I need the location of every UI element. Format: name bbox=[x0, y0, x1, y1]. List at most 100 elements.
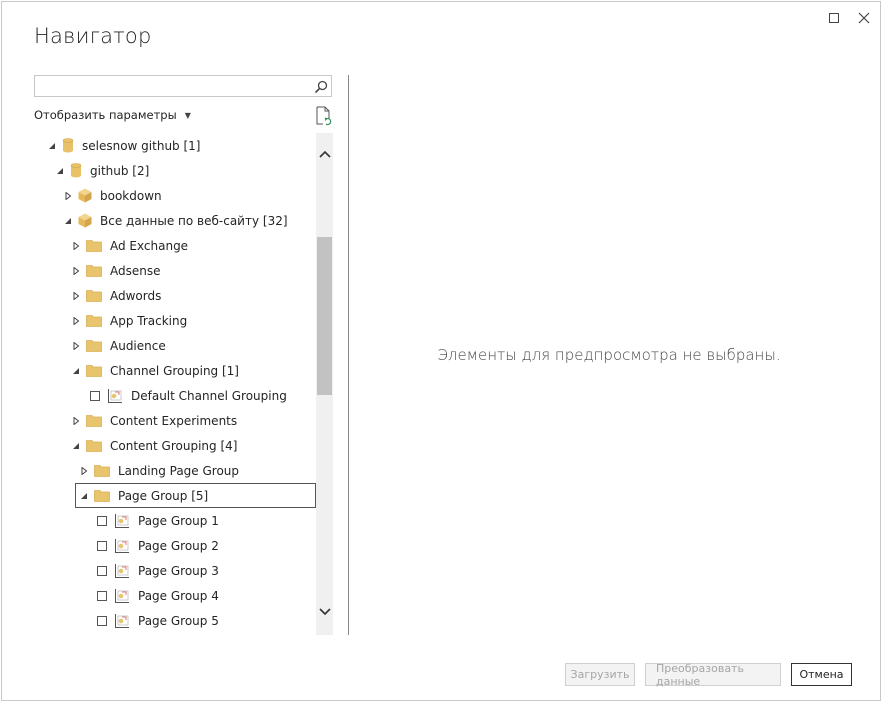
item-checkbox[interactable] bbox=[97, 615, 107, 626]
item-checkbox[interactable] bbox=[90, 390, 100, 401]
tree-item-label: bookdown bbox=[100, 188, 162, 203]
folder-icon bbox=[86, 364, 102, 377]
navigator-dialog: Навигатор Отобразить параметры ▼ selesno… bbox=[1, 1, 881, 701]
tree-leaf-item[interactable]: Page Group 4 bbox=[97, 583, 219, 608]
item-checkbox[interactable] bbox=[97, 540, 107, 551]
expand-triangle-icon[interactable] bbox=[71, 291, 81, 301]
tree-node[interactable]: bookdown bbox=[63, 183, 162, 208]
tree-leaf-item[interactable]: Page Group 1 bbox=[97, 508, 219, 533]
folder-icon bbox=[86, 264, 102, 277]
cube-icon bbox=[78, 213, 92, 228]
folder-icon bbox=[94, 489, 110, 502]
close-icon bbox=[858, 12, 870, 24]
folder-icon bbox=[86, 339, 102, 352]
chevron-down-icon: ▼ bbox=[184, 110, 191, 120]
dialog-title: Навигатор bbox=[34, 24, 152, 48]
tree-leaf-item[interactable]: Page Group 3 bbox=[97, 558, 219, 583]
database-icon bbox=[70, 163, 82, 178]
tree-item-label: Page Group [5] bbox=[118, 488, 209, 503]
display-options-label: Отобразить параметры bbox=[34, 108, 177, 122]
tree-item-label: github [2] bbox=[90, 163, 150, 178]
search-box[interactable] bbox=[34, 75, 332, 97]
preview-empty-message: Элементы для предпросмотра не выбраны. bbox=[437, 346, 781, 364]
close-button[interactable] bbox=[854, 8, 874, 28]
chart-icon bbox=[114, 563, 130, 579]
tree-node[interactable]: Channel Grouping [1] bbox=[71, 358, 239, 383]
tree-scrollbar[interactable] bbox=[316, 133, 333, 635]
tree-item-label: App Tracking bbox=[110, 313, 188, 328]
collapse-triangle-icon[interactable] bbox=[63, 216, 73, 226]
item-checkbox[interactable] bbox=[97, 515, 107, 526]
scroll-thumb[interactable] bbox=[317, 237, 332, 395]
display-options-dropdown[interactable]: Отобразить параметры ▼ bbox=[34, 108, 191, 122]
navigator-tree: selesnow github [1] github [2] bookdown Все… bbox=[34, 133, 316, 635]
collapse-triangle-icon[interactable] bbox=[47, 141, 57, 151]
tree-node[interactable]: Все данные по веб-сайту [32] bbox=[63, 208, 288, 233]
tree-leaf-item[interactable]: Page Group 5 bbox=[97, 608, 219, 633]
expand-triangle-icon[interactable] bbox=[71, 241, 81, 251]
tree-node[interactable]: Landing Page Group bbox=[79, 458, 239, 483]
tree-item-label: Content Experiments bbox=[110, 413, 238, 428]
tree-leaf-item[interactable]: Page Group 2 bbox=[97, 533, 219, 558]
search-icon[interactable] bbox=[314, 79, 328, 98]
tree-node[interactable]: Adwords bbox=[71, 283, 161, 308]
expand-triangle-icon[interactable] bbox=[63, 191, 73, 201]
collapse-triangle-icon[interactable] bbox=[79, 491, 89, 501]
scroll-down-button[interactable] bbox=[316, 603, 333, 620]
folder-icon bbox=[86, 289, 102, 302]
tree-node[interactable]: Audience bbox=[71, 333, 166, 358]
tree-item-label: Page Group 2 bbox=[138, 538, 219, 553]
refresh-document-icon bbox=[316, 106, 332, 126]
tree-item-label: Default Channel Grouping bbox=[131, 388, 287, 403]
tree-node[interactable]: Content Grouping [4] bbox=[71, 433, 237, 458]
chart-icon bbox=[107, 388, 123, 404]
tree-item-label: Adwords bbox=[110, 288, 162, 303]
expand-triangle-icon[interactable] bbox=[71, 341, 81, 351]
collapse-triangle-icon[interactable] bbox=[71, 441, 81, 451]
collapse-triangle-icon[interactable] bbox=[71, 366, 81, 376]
folder-icon bbox=[86, 314, 102, 327]
item-checkbox[interactable] bbox=[97, 590, 107, 601]
item-checkbox[interactable] bbox=[97, 565, 107, 576]
tree-node[interactable]: Content Experiments bbox=[71, 408, 237, 433]
expand-triangle-icon[interactable] bbox=[71, 416, 81, 426]
tree-item-label: Все данные по веб-сайту [32] bbox=[100, 213, 288, 228]
transform-data-button[interactable]: Преобразовать данные bbox=[645, 662, 781, 688]
cube-icon bbox=[78, 188, 92, 203]
chart-icon bbox=[114, 513, 130, 529]
tree-item-label: Page Group 1 bbox=[138, 513, 219, 528]
chart-icon bbox=[114, 538, 130, 554]
expand-triangle-icon[interactable] bbox=[79, 466, 89, 476]
refresh-button[interactable] bbox=[315, 106, 333, 126]
expand-triangle-icon[interactable] bbox=[71, 266, 81, 276]
load-button[interactable]: Загрузить bbox=[565, 663, 635, 686]
tree-leaf-item[interactable]: Default Channel Grouping bbox=[90, 383, 287, 408]
expand-triangle-icon[interactable] bbox=[71, 316, 81, 326]
tree-node[interactable]: Ad Exchange bbox=[71, 233, 188, 258]
search-input[interactable] bbox=[39, 77, 313, 97]
collapse-triangle-icon[interactable] bbox=[55, 166, 65, 176]
tree-item-label: Landing Page Group bbox=[118, 463, 240, 478]
tree-node[interactable]: App Tracking bbox=[71, 308, 187, 333]
cancel-button[interactable]: Отмена bbox=[791, 663, 852, 686]
tree-item-label: Adsense bbox=[110, 263, 161, 278]
tree-item-label: Page Group 4 bbox=[138, 588, 219, 603]
scroll-up-button[interactable] bbox=[316, 145, 333, 162]
tree-node[interactable]: selesnow github [1] bbox=[47, 133, 200, 158]
folder-icon bbox=[86, 439, 102, 452]
tree-item-label: Page Group 3 bbox=[138, 563, 219, 578]
maximize-button[interactable] bbox=[824, 8, 844, 28]
database-icon bbox=[62, 138, 74, 153]
tree-item-label: Ad Exchange bbox=[110, 238, 189, 253]
chevron-up-icon bbox=[318, 150, 331, 158]
folder-icon bbox=[86, 414, 102, 427]
tree-node[interactable]: github [2] bbox=[55, 158, 149, 183]
tree-node[interactable]: Page Group [5] bbox=[75, 483, 316, 508]
tree-node[interactable]: Adsense bbox=[71, 258, 161, 283]
chart-icon bbox=[114, 613, 130, 629]
chart-icon bbox=[114, 588, 130, 604]
folder-icon bbox=[86, 239, 102, 252]
tree-item-label: selesnow github [1] bbox=[82, 138, 201, 153]
folder-icon bbox=[94, 464, 110, 477]
maximize-icon bbox=[829, 13, 839, 23]
